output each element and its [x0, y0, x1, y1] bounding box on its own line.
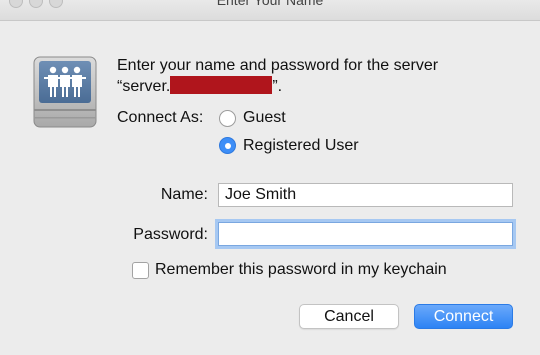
prompt-line-2: “server. ”. — [117, 76, 517, 97]
password-label: Password: — [133, 226, 208, 243]
prompt-line-1: Enter your name and password for the ser… — [117, 57, 439, 74]
password-field[interactable] — [218, 222, 513, 246]
prompt-message: Enter your name and password for the ser… — [117, 55, 517, 97]
login-dialog: Enter Your Name Enter your name and pass… — [0, 0, 540, 355]
cancel-button[interactable]: Cancel — [299, 304, 399, 329]
server-name-suffix: ”. — [272, 78, 283, 95]
name-label: Name: — [160, 186, 208, 203]
name-field[interactable] — [218, 183, 513, 207]
title-bar: Enter Your Name — [0, 0, 540, 21]
remember-password-checkbox[interactable] — [132, 262, 149, 279]
network-server-icon — [33, 56, 97, 128]
registered-user-radio[interactable] — [219, 137, 236, 154]
connect-as-label: Connect As: — [117, 109, 204, 126]
redacted-server-name — [170, 76, 273, 94]
window-title: Enter Your Name — [216, 0, 324, 8]
remember-password-label[interactable]: Remember this password in my keychain — [155, 261, 447, 279]
guest-radio[interactable] — [219, 110, 236, 127]
guest-radio-label[interactable]: Guest — [243, 109, 286, 127]
server-name-prefix: “server. — [117, 78, 171, 95]
registered-user-radio-label[interactable]: Registered User — [243, 137, 359, 155]
connect-button[interactable]: Connect — [414, 304, 513, 329]
